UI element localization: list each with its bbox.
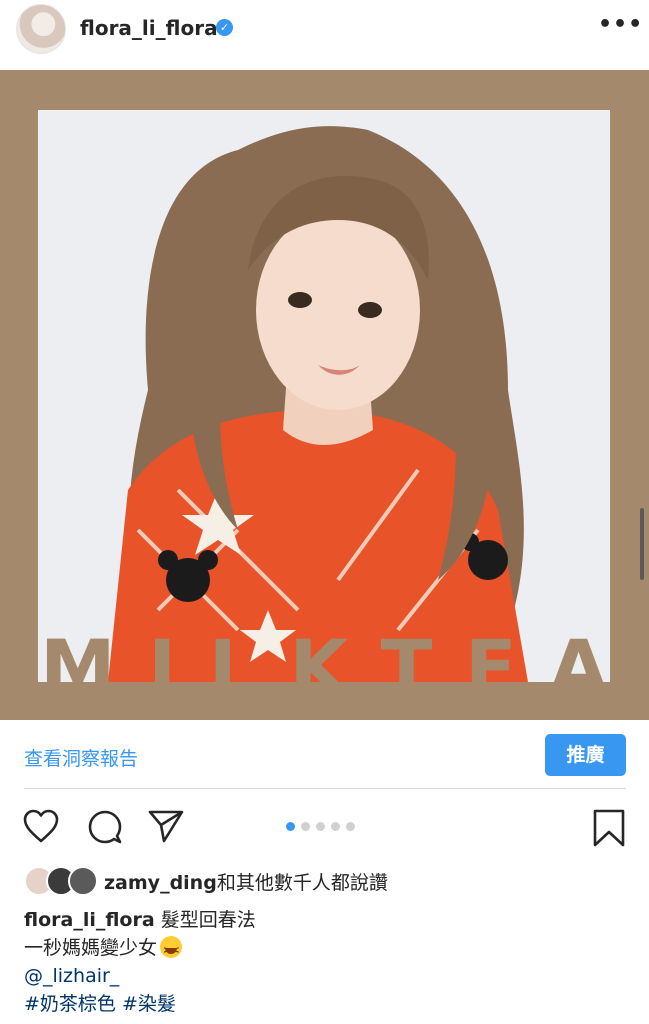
overlay-letter: I — [147, 623, 177, 683]
overlay-letter: E — [464, 623, 517, 683]
carousel-dot — [301, 822, 310, 831]
caption-line2: 一秒媽媽變少女 — [24, 937, 158, 959]
heart-icon[interactable] — [22, 808, 60, 844]
avatar — [68, 866, 98, 896]
grinning-squint-emoji-icon — [160, 936, 183, 965]
post-caption: flora_li_flora 髮型回春法 一秒媽媽變少女 @_lizhair_ … — [24, 906, 256, 1018]
post-username[interactable]: flora_li_flora — [80, 16, 218, 40]
overlay-letter: K — [289, 623, 349, 683]
post-image-frame[interactable]: M I L K T E A — [0, 70, 649, 720]
more-options-icon[interactable]: ••• — [598, 12, 643, 37]
avatar[interactable] — [16, 4, 66, 54]
page-scrollbar[interactable] — [640, 508, 644, 580]
verified-badge-icon: ✓ — [216, 19, 233, 36]
post-header: flora_li_flora ✓ ••• — [0, 0, 649, 70]
overlay-letter: A — [549, 623, 608, 683]
carousel-dot — [331, 822, 340, 831]
caption-username[interactable]: flora_li_flora — [24, 909, 155, 931]
overlay-letter: M — [40, 623, 116, 683]
portrait-illustration — [38, 110, 610, 682]
likes-text: 和其他數千人都說讚 — [216, 872, 388, 894]
carousel-dot — [346, 822, 355, 831]
milk-tea-overlay-text: M I L K T E A — [38, 623, 610, 683]
carousel-dot-active — [286, 822, 295, 831]
promote-button[interactable]: 推廣 — [545, 734, 626, 776]
overlay-letter: L — [208, 623, 258, 683]
bookmark-icon[interactable] — [591, 808, 627, 848]
carousel-dot — [316, 822, 325, 831]
carousel-indicator — [286, 822, 355, 831]
view-insights-link[interactable]: 查看洞察報告 — [24, 744, 138, 771]
caption-line1: 髮型回春法 — [160, 909, 256, 931]
post-photo: M I L K T E A — [38, 110, 610, 682]
overlay-letter: T — [380, 623, 433, 683]
hashtags-link[interactable]: #奶茶棕色 #染髮 — [24, 993, 176, 1015]
share-icon[interactable] — [147, 808, 185, 844]
mention-link[interactable]: @_lizhair_ — [24, 965, 119, 987]
liker-username[interactable]: zamy_ding — [104, 872, 217, 894]
comment-icon[interactable] — [86, 808, 124, 846]
likes-summary[interactable]: zamy_ding和其他數千人都說讚 — [104, 868, 388, 895]
divider — [24, 788, 626, 789]
